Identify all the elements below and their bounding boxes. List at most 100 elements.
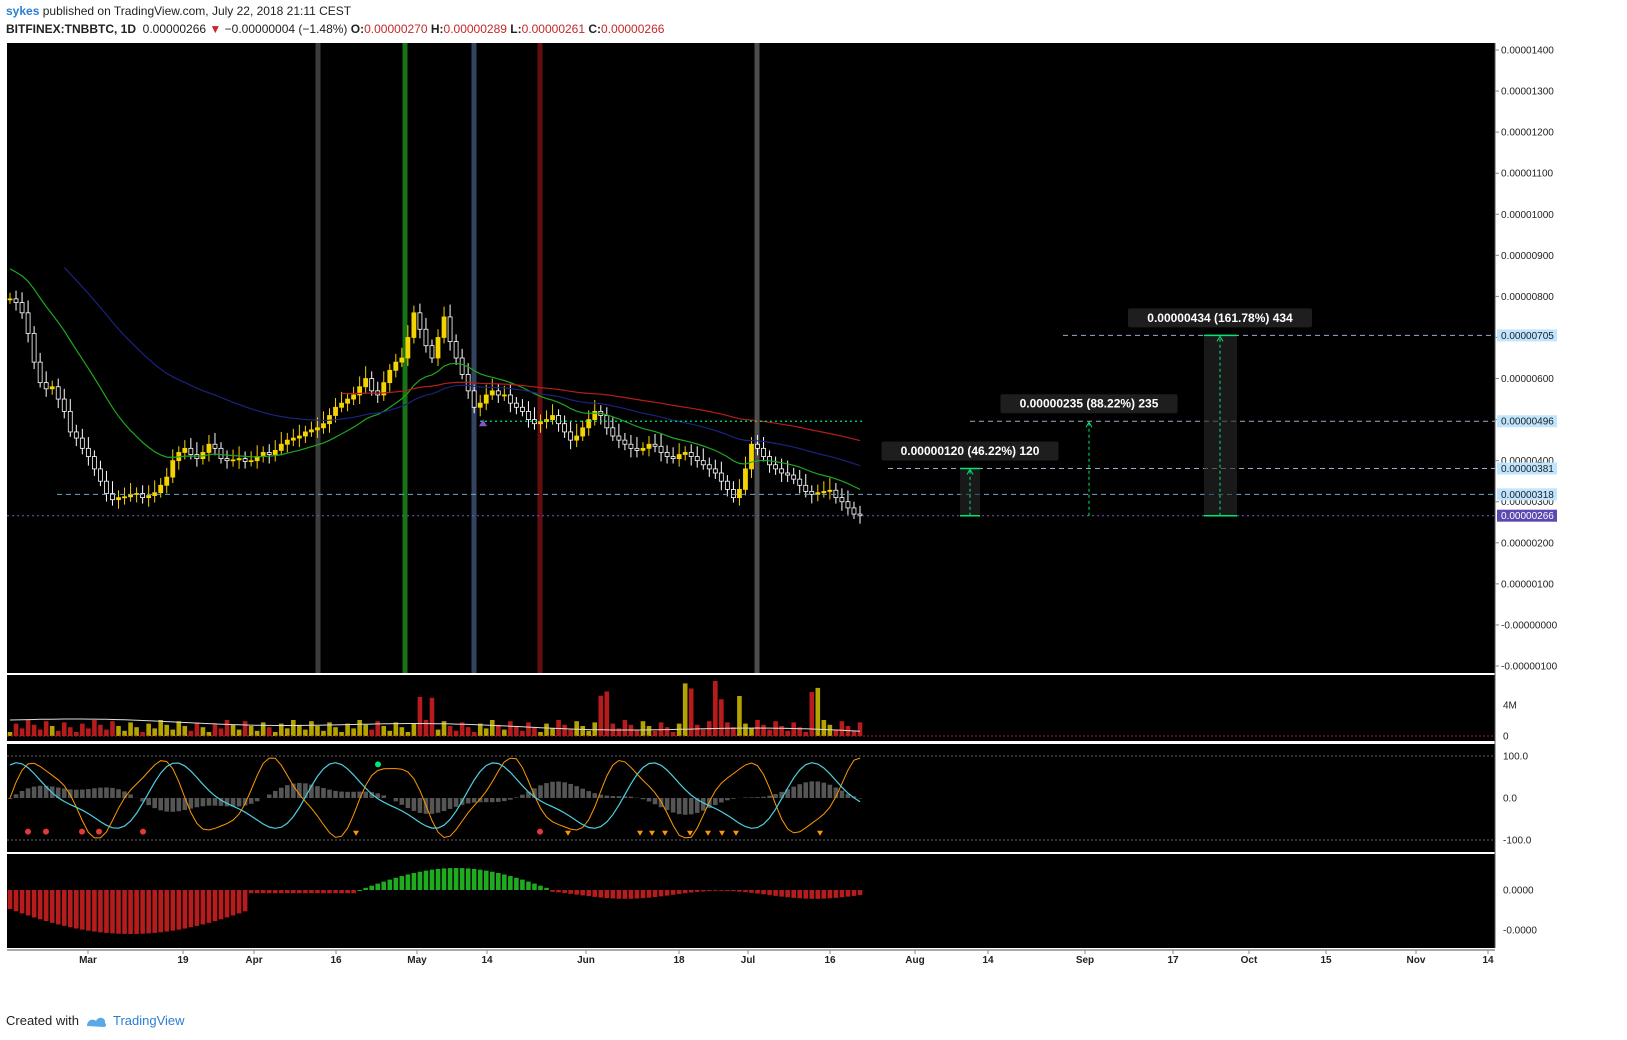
volume-bar [321,730,326,736]
candle-body [351,394,357,400]
tradingview-link[interactable]: TradingView [113,1013,185,1028]
sell-signal-dot [537,828,543,835]
volume-bar [791,722,796,736]
volume-bar [429,697,435,736]
histogram-bar [616,890,622,899]
event-marker-band [471,43,477,673]
candle-body [538,421,543,425]
volume-bar [713,681,718,736]
oscillator-bar [206,798,212,806]
histogram-bar [586,890,592,897]
oscillator-bar [104,787,109,798]
histogram-bar [628,890,634,899]
candle-body [423,328,429,347]
volume-bar [25,720,31,736]
candle-body [580,427,586,437]
oscillator-bar [640,798,646,800]
candle-body [556,415,561,425]
histogram-bar [31,890,37,918]
histogram-bar [272,890,278,894]
volume-bar [417,696,423,736]
volume-bar [562,724,567,736]
volume-bar [158,720,164,736]
candle-body [242,458,248,462]
candle-body [718,472,724,482]
oscillator-bar [152,798,157,809]
oscillator-bar [773,794,778,798]
candle-body [743,468,748,490]
volume-bar [568,729,573,736]
volume-bar [405,732,411,736]
volume-bar [357,720,362,736]
oscillator-bar [381,795,387,798]
oscillator-bar [278,787,284,798]
histogram-bar [706,890,712,892]
oscillator-bar [755,797,760,798]
candle-body [290,437,296,441]
histogram-bar [688,890,694,893]
chart-area[interactable]: 0.00001400 0.00001300 0.00001200 0.00001100… [0,0,1627,1040]
buy-signal-dot [375,761,381,768]
candle-body [55,386,61,400]
target-label-text: 0.00000235 (88.22%) 235 [1020,397,1159,411]
histogram-bar [399,876,405,890]
volume-bar [532,727,537,736]
histogram-bar [291,890,296,894]
volume-bar [785,730,790,736]
oscillator-bar [194,798,200,808]
time-tick-label: 18 [673,955,685,966]
histogram-bar [821,890,827,899]
oscillator-bar [272,790,278,798]
candle-body [85,447,91,457]
histogram-bar [327,890,332,894]
histogram-bar [333,890,338,894]
candle-body [37,361,43,384]
oscillator-bar [92,788,97,798]
histogram-bar [803,890,809,899]
volume-bar [393,722,399,736]
histogram-bar [122,890,127,934]
oscillator-bar [158,798,164,811]
histogram-bar [622,890,628,899]
oscillator-bar [646,798,652,802]
volume-bar [803,732,809,736]
oscillator-bar [116,789,121,798]
price-tick-label: 0.00000100 [1501,579,1554,590]
histogram-bar [839,890,845,898]
time-tick-label: Sep [1076,955,1094,966]
oscillator-bar [254,798,260,802]
candle-body [309,429,314,433]
oscillator-bar [731,798,736,799]
volume-bar [749,728,754,736]
histogram-bar [447,868,453,890]
candle-body [345,398,350,404]
histogram-bar [254,890,260,894]
time-tick-label: Jun [577,955,595,966]
histogram-bar [170,890,176,931]
volume-bar [345,723,350,736]
oscillator-bar [682,798,688,815]
histogram-bar [441,868,447,890]
oscillator-bar [13,794,19,798]
oscillator-bar [610,796,616,798]
candle-body [158,484,164,494]
oscillator-bar [345,791,350,798]
oscillator-bar [767,795,772,798]
volume-bar [272,732,278,736]
volume-bar [483,728,489,736]
histogram-bar [857,890,863,896]
oscillator-bar [688,798,694,815]
volume-bar [387,730,393,736]
histogram-bar [773,890,778,896]
volume-bar [435,729,441,736]
price-axis-tag-label: 0.00000318 [1501,490,1554,501]
oscillator-bar [670,798,676,813]
oscillator-bar [471,798,477,803]
candle-body [67,410,73,433]
candle-body [640,447,646,451]
candle-body [248,460,254,463]
candle-body [706,464,712,470]
histogram-bar [791,890,796,898]
histogram-bar [176,890,182,930]
candle-body [616,435,622,441]
